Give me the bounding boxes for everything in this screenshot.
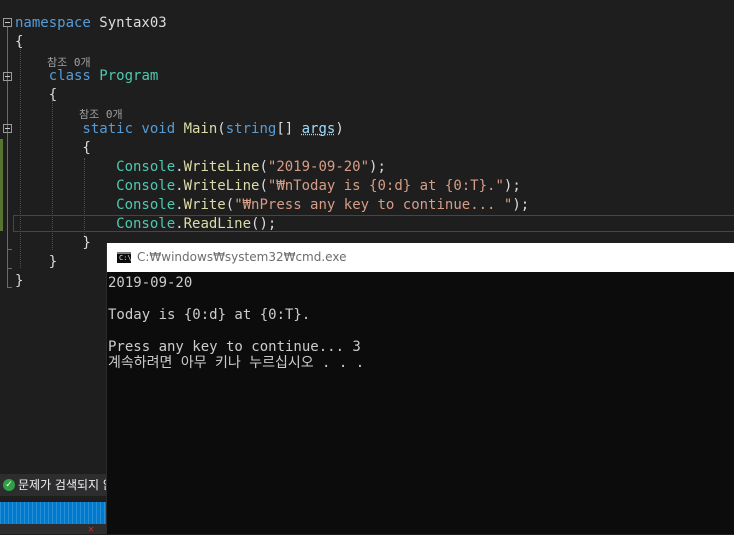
code-token: }	[15, 254, 58, 270]
code-line: Console.ReadLine();	[15, 215, 276, 234]
code-token: {	[15, 140, 91, 156]
console-window[interactable]: C:\ C:₩windows₩system32₩cmd.exe 2019-09-…	[106, 243, 734, 534]
code-token: ();	[251, 216, 277, 232]
code-token: "2019-09-20"	[267, 159, 370, 175]
code-token: );	[369, 159, 386, 175]
code-token: (	[225, 197, 235, 213]
cmd-icon: C:\	[117, 252, 132, 263]
code-line: static void Main(string[] args)	[15, 120, 344, 139]
code-token: }	[15, 273, 24, 289]
console-title: C:₩windows₩system32₩cmd.exe	[137, 250, 347, 264]
code-token: );	[512, 197, 530, 213]
code-line: {	[15, 33, 23, 52]
fold-end-marker	[7, 249, 12, 250]
code-token: Console	[15, 178, 176, 194]
code-token: Console	[15, 197, 176, 213]
console-titlebar[interactable]: C:\ C:₩windows₩system32₩cmd.exe	[107, 243, 734, 272]
code-token: []	[276, 121, 302, 137]
status-area: ✓ 문제가 검색되지 않 ✕	[0, 474, 110, 535]
code-token: WriteLine	[183, 159, 260, 175]
code-token: )	[335, 121, 344, 137]
status-bar	[0, 502, 110, 524]
code-token: .	[175, 197, 184, 213]
code-token: args	[301, 121, 336, 137]
code-token: Console	[15, 159, 176, 175]
code-token: "₩nPress any key to continue... "	[234, 197, 513, 213]
code-token: class	[15, 68, 100, 84]
code-token: );	[503, 178, 521, 194]
code-line: Console.WriteLine("2019-09-20");	[15, 158, 386, 177]
code-token: (	[259, 178, 268, 194]
code-line: class Program	[15, 67, 159, 86]
code-token: Program	[99, 68, 159, 84]
fold-end-marker	[7, 268, 12, 269]
code-token: Main	[183, 121, 218, 137]
code-token: WriteLine	[183, 178, 260, 194]
issues-text: 문제가 검색되지 않	[18, 478, 110, 492]
code-token: static void	[15, 121, 184, 137]
console-output-line: 계속하려면 아무 키나 누르십시오 . . .	[108, 355, 365, 371]
code-token: "₩nToday is {0:d} at {0:T}."	[267, 178, 504, 194]
fold-toggle-namespace-icon[interactable]	[3, 18, 12, 27]
code-line: Console.Write("₩nPress any key to contin…	[15, 196, 529, 215]
code-token: Write	[183, 197, 226, 213]
bottom-toolbar: ✕	[0, 524, 110, 535]
console-output[interactable]: 2019-09-20 Today is {0:d} at {0:T}. Press …	[108, 275, 728, 371]
code-token: .	[175, 216, 184, 232]
code-token: {	[15, 34, 24, 50]
code-line: {	[15, 86, 57, 105]
code-token: string	[225, 121, 277, 137]
code-token: (	[259, 159, 268, 175]
code-line: {	[15, 139, 91, 158]
fold-line	[7, 27, 8, 287]
code-token: .	[175, 159, 184, 175]
code-line: }	[15, 234, 91, 253]
fold-toggle-method-icon[interactable]	[3, 124, 12, 133]
change-indicator-bar	[0, 139, 3, 231]
code-line: Console.WriteLine("₩nToday is {0:d} at {…	[15, 177, 521, 196]
code-token: ReadLine	[183, 216, 252, 232]
console-output-line: 2019-09-20	[108, 275, 193, 291]
code-token: Console	[15, 216, 176, 232]
fold-toggle-class-icon[interactable]	[3, 72, 12, 81]
close-icon[interactable]: ✕	[88, 525, 94, 535]
fold-end-marker	[7, 287, 12, 288]
console-output-line: Today is {0:d} at {0:T}.	[108, 307, 311, 323]
code-line: }	[15, 272, 23, 291]
check-circle-icon: ✓	[3, 478, 15, 491]
code-line: namespace Syntax03	[15, 14, 167, 33]
code-token: (	[217, 121, 226, 137]
code-token: Syntax03	[90, 15, 167, 31]
code-token: namespace	[15, 15, 91, 31]
code-token: {	[15, 87, 58, 103]
issues-indicator[interactable]: ✓ 문제가 검색되지 않	[0, 474, 110, 496]
console-output-line: Press any key to continue... 3	[108, 339, 361, 355]
code-token: }	[15, 235, 91, 251]
code-line: }	[15, 253, 57, 272]
code-token: .	[175, 178, 184, 194]
